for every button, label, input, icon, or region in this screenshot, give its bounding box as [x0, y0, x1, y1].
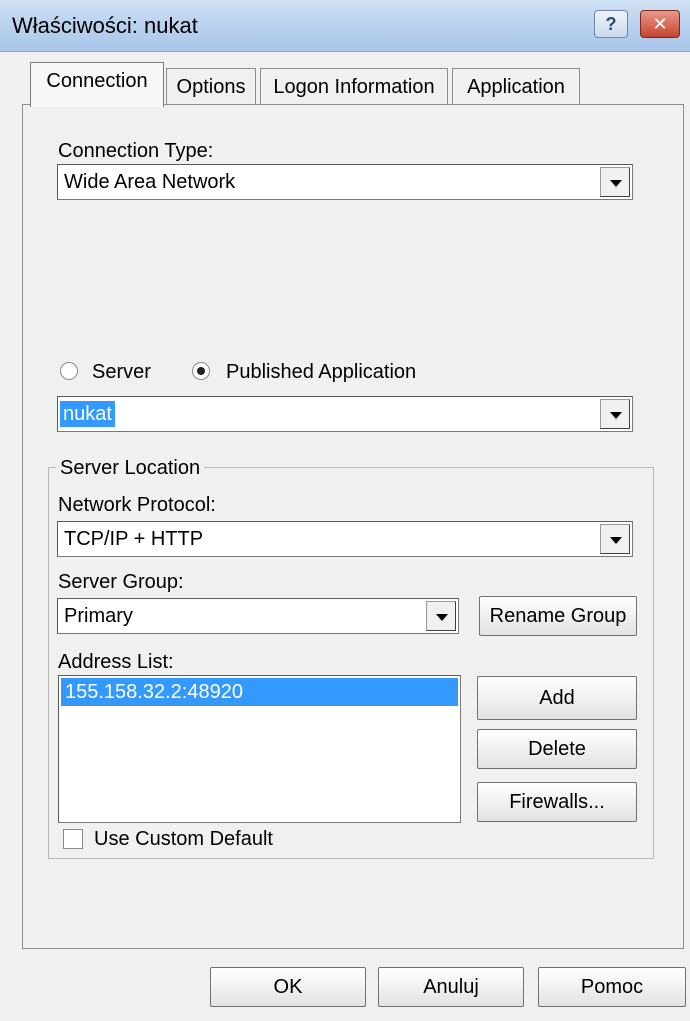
dropdown-button[interactable]: [600, 399, 630, 429]
window-title: Właściwości: nukat: [12, 13, 198, 38]
chevron-down-icon: [610, 180, 622, 187]
server-group-label: Server Group:: [58, 571, 184, 593]
title-bar[interactable]: Właściwości: nukat ? ✕: [0, 0, 690, 52]
firewalls-button[interactable]: Firewalls...: [477, 782, 637, 822]
connection-type-label: Connection Type:: [58, 140, 214, 162]
tab-application[interactable]: Application: [452, 68, 580, 106]
radio-selected-dot: [197, 367, 205, 375]
address-list[interactable]: 155.158.32.2:48920: [58, 675, 461, 823]
help-button[interactable]: ?: [594, 10, 628, 38]
server-group-value: Primary: [64, 605, 133, 627]
properties-dialog: Właściwości: nukat ? ✕ Connection Option…: [0, 0, 690, 1021]
dropdown-button[interactable]: [600, 524, 630, 554]
chevron-down-icon: [610, 412, 622, 419]
server-location-legend: Server Location: [56, 456, 205, 480]
use-custom-default-checkbox[interactable]: [63, 829, 83, 849]
close-button[interactable]: ✕: [640, 10, 680, 38]
use-custom-default-label: Use Custom Default: [94, 828, 273, 850]
application-dropdown[interactable]: nukat: [57, 396, 633, 432]
connection-type-value: Wide Area Network: [64, 171, 236, 193]
chevron-down-icon: [436, 614, 448, 621]
dropdown-button[interactable]: [600, 167, 630, 197]
tab-connection[interactable]: Connection: [30, 62, 164, 107]
address-list-label: Address List:: [58, 651, 174, 673]
tab-logon-information[interactable]: Logon Information: [260, 68, 448, 106]
application-value: nukat: [60, 401, 115, 427]
delete-button[interactable]: Delete: [477, 729, 637, 769]
add-button[interactable]: Add: [477, 676, 637, 720]
list-item[interactable]: 155.158.32.2:48920: [61, 678, 458, 706]
question-icon: ?: [605, 14, 617, 34]
connection-type-dropdown[interactable]: Wide Area Network: [57, 164, 633, 200]
network-protocol-value: TCP/IP + HTTP: [64, 528, 204, 550]
server-radio-label: Server: [92, 361, 151, 383]
dropdown-button[interactable]: [426, 601, 456, 631]
published-application-radio-label: Published Application: [226, 361, 417, 383]
tab-options[interactable]: Options: [166, 68, 256, 106]
help-footer-button[interactable]: Pomoc: [538, 967, 686, 1007]
server-radio[interactable]: [60, 362, 78, 380]
network-protocol-dropdown[interactable]: TCP/IP + HTTP: [57, 521, 633, 557]
published-application-radio[interactable]: [192, 362, 210, 380]
cancel-button[interactable]: Anuluj: [378, 967, 524, 1007]
chevron-down-icon: [610, 537, 622, 544]
network-protocol-label: Network Protocol:: [58, 494, 216, 516]
rename-group-button[interactable]: Rename Group: [479, 596, 637, 636]
close-icon: ✕: [652, 14, 668, 34]
server-group-dropdown[interactable]: Primary: [57, 598, 459, 634]
ok-button[interactable]: OK: [210, 967, 366, 1007]
